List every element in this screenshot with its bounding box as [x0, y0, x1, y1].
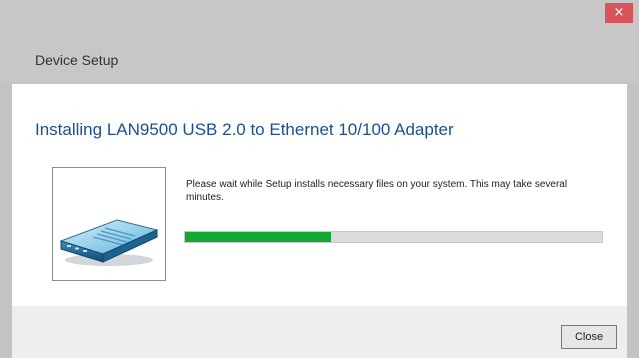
device-image-frame — [52, 167, 166, 281]
device-setup-window: × Device Setup Installing LAN9500 USB 2.… — [0, 0, 639, 358]
footer-bar: Close — [12, 306, 627, 358]
title-bar: × Device Setup — [0, 0, 639, 82]
close-window-button[interactable]: × — [605, 3, 633, 23]
status-message: Please wait while Setup installs necessa… — [186, 179, 568, 203]
progress-fill — [185, 232, 331, 242]
network-adapter-icon — [59, 219, 159, 266]
window-title: Device Setup — [35, 52, 119, 68]
install-progress-bar — [184, 231, 603, 243]
content-panel: Installing LAN9500 USB 2.0 to Ethernet 1… — [12, 84, 627, 306]
close-button[interactable]: Close — [561, 325, 617, 349]
page-title: Installing LAN9500 USB 2.0 to Ethernet 1… — [35, 120, 454, 139]
